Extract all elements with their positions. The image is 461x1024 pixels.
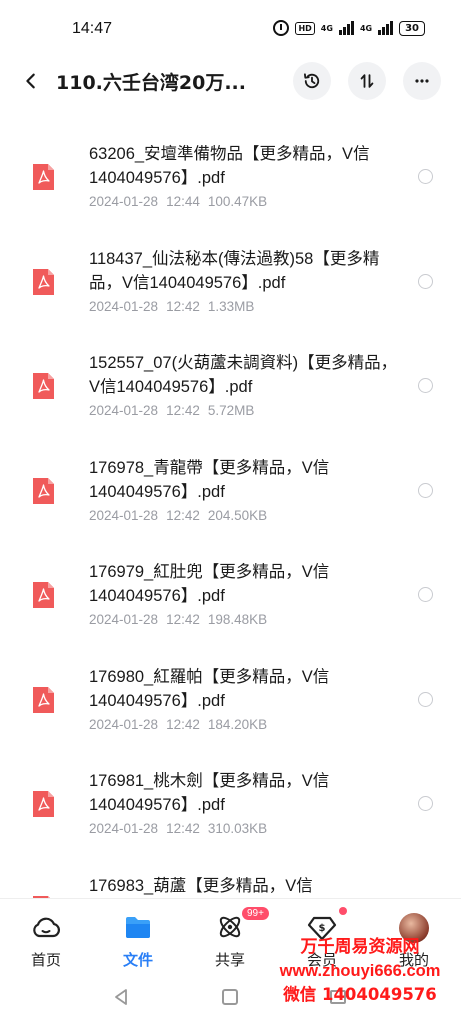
- system-navigation-bar: [0, 976, 461, 1024]
- file-item[interactable]: 63206_安壇準備物品【更多精品，V信1404049576】.pdf 2024…: [0, 120, 461, 225]
- file-meta: 2024-01-28 12:42 204.50KB: [89, 507, 268, 523]
- file-item[interactable]: 118437_仙法秘本(傳法過教)58【更多精品，V信1404049576】.p…: [0, 225, 461, 330]
- select-checkbox[interactable]: [418, 169, 433, 184]
- header: 110.六壬台湾20万...: [0, 56, 461, 106]
- page-title: 110.六壬台湾20万...: [56, 72, 246, 94]
- avatar: [399, 913, 429, 943]
- network-label-1: 4G: [320, 23, 333, 33]
- file-meta: 2024-01-28 12:42 1.33MB: [89, 298, 255, 314]
- select-checkbox[interactable]: [418, 691, 433, 707]
- pdf-file-icon: [33, 791, 54, 817]
- select-checkbox[interactable]: [418, 482, 433, 498]
- svg-text:$: $: [319, 923, 326, 934]
- more-horizontal-icon: [415, 79, 429, 83]
- cloud-icon: [33, 917, 60, 938]
- signal-icon: [338, 21, 354, 35]
- file-meta: 2024-01-28 12:42 198.48KB: [89, 612, 268, 627]
- file-name: 63206_安壇準備物品【更多精品，V信1404049576】.pdf: [89, 145, 370, 187]
- signal-icon: [378, 21, 394, 35]
- share-badge: 99+: [242, 907, 269, 920]
- file-name: 118437_仙法秘本(傳法過教)58【更多精品，V信1404049576】.p…: [89, 249, 380, 292]
- hd-icon: HD: [295, 21, 315, 35]
- history-icon: [304, 73, 320, 89]
- select-checkbox[interactable]: [418, 378, 433, 393]
- chevron-left-icon: [26, 73, 35, 89]
- status-bar: 14:47 HD 4G 4G 30: [0, 0, 461, 56]
- share-orbit-icon: [219, 916, 241, 938]
- pdf-file-icon: [33, 373, 54, 399]
- sort-button[interactable]: [348, 62, 386, 100]
- alarm-icon: [273, 20, 290, 36]
- history-button[interactable]: [293, 62, 331, 100]
- file-item[interactable]: 176983_葫蘆【更多精品，V信: [0, 852, 461, 900]
- file-item[interactable]: 176980_紅羅帕【更多精品，V信1404049576】.pdf 2024-0…: [0, 643, 461, 748]
- file-name: 176978_青龍帶【更多精品，V信1404049576】.pdf: [89, 458, 330, 501]
- file-meta: 2024-01-28 12:44 100.47KB: [89, 194, 268, 209]
- nav-me[interactable]: 我的: [368, 899, 460, 977]
- file-item[interactable]: 176979_紅肚兜【更多精品，V信1404049576】.pdf 2024-0…: [0, 538, 461, 643]
- select-checkbox[interactable]: [418, 587, 433, 602]
- nav-files-label: 文件: [122, 951, 153, 969]
- file-item[interactable]: 152557_07(火葫蘆未調資料)【更多精品，V信1404049576】.pd…: [0, 329, 461, 434]
- status-time: 14:47: [72, 20, 113, 37]
- file-item[interactable]: 176981_桃木劍【更多精品，V信1404049576】.pdf 2024-0…: [0, 747, 461, 852]
- folder-icon: [126, 917, 150, 938]
- file-meta: 2024-01-28 12:42 5.72MB: [89, 403, 255, 418]
- nav-share-label: 共享: [214, 951, 245, 969]
- vip-notification-dot: [339, 907, 347, 915]
- pdf-file-icon: [33, 268, 54, 295]
- bottom-nav: 首页 文件 99+ 共享 $ 会员 我的: [0, 898, 461, 976]
- pdf-file-icon: [33, 686, 54, 713]
- file-item[interactable]: 176978_青龍帶【更多精品，V信1404049576】.pdf 2024-0…: [0, 434, 461, 539]
- more-button[interactable]: [403, 62, 441, 100]
- battery-icon: 30: [399, 20, 425, 36]
- nav-vip-label: 会员: [306, 951, 337, 969]
- nav-home-label: 首页: [30, 951, 61, 969]
- pdf-file-icon: [33, 582, 54, 608]
- file-meta: 2024-01-28 12:42 310.03KB: [89, 821, 268, 836]
- nav-home[interactable]: 首页: [0, 899, 92, 977]
- nav-share[interactable]: 99+ 共享: [184, 899, 276, 977]
- pdf-file-icon: [33, 477, 54, 504]
- nav-files[interactable]: 文件: [92, 899, 184, 977]
- file-name: 152557_07(火葫蘆未調資料)【更多精品，V信1404049576】.pd…: [89, 354, 398, 396]
- nav-vip[interactable]: $ 会员: [276, 899, 368, 977]
- network-label-2: 4G: [359, 23, 373, 33]
- file-list: 63206_安壇準備物品【更多精品，V信1404049576】.pdf 2024…: [0, 120, 461, 900]
- back-button[interactable]: [14, 64, 48, 98]
- system-back-icon[interactable]: [112, 988, 130, 1006]
- pdf-file-icon: [33, 164, 54, 190]
- select-checkbox[interactable]: [418, 796, 433, 811]
- file-name: 176981_桃木劍【更多精品，V信1404049576】.pdf: [89, 772, 330, 814]
- nav-me-label: 我的: [398, 951, 429, 969]
- file-name: 176983_葫蘆【更多精品，V信: [89, 876, 313, 895]
- system-recent-icon[interactable]: [330, 990, 346, 1004]
- system-home-icon[interactable]: [222, 989, 238, 1005]
- file-meta: 2024-01-28 12:42 184.20KB: [89, 716, 268, 732]
- file-name: 176980_紅羅帕【更多精品，V信1404049576】.pdf: [89, 667, 330, 710]
- vip-diamond-icon: $: [307, 916, 337, 941]
- status-icons: HD 4G 4G 30: [273, 20, 425, 36]
- select-checkbox[interactable]: [418, 273, 433, 289]
- file-name: 176979_紅肚兜【更多精品，V信1404049576】.pdf: [89, 563, 330, 605]
- sort-icon: [360, 74, 374, 88]
